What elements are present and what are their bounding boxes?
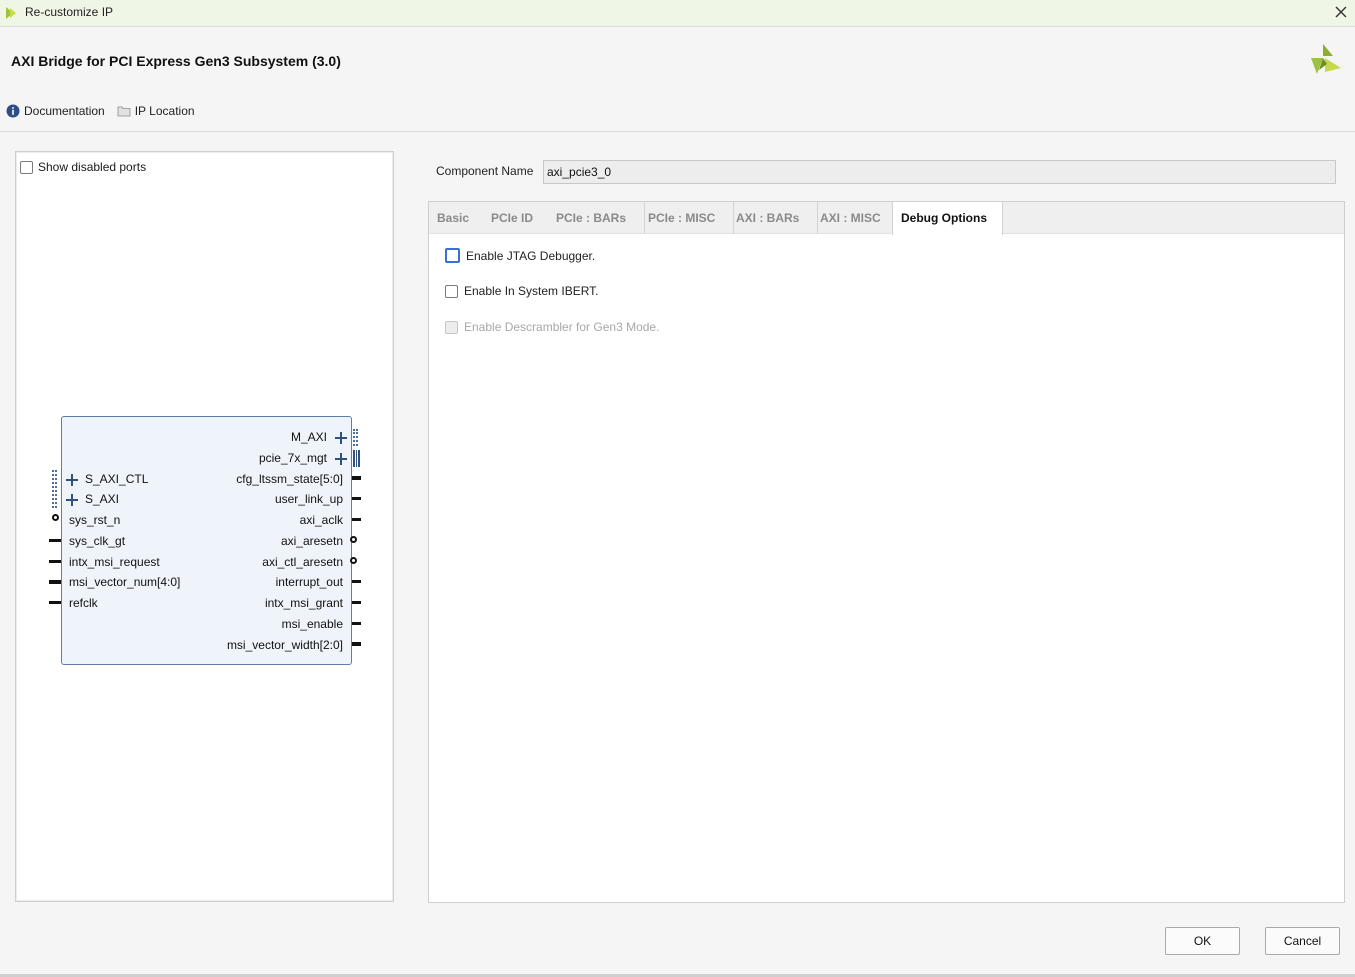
- ip-title: AXI Bridge for PCI Express Gen3 Subsyste…: [11, 53, 341, 69]
- window-title-bar: Re-customize IP: [0, 0, 1355, 27]
- enable-ibert-checkbox[interactable]: [445, 284, 458, 298]
- tab-axi-misc[interactable]: AXI : MISC: [812, 202, 896, 234]
- enable-ibert-option[interactable]: Enable In System IBERT.: [445, 284, 599, 298]
- port-msi-enable[interactable]: msi_enable: [282, 617, 343, 631]
- msi-enable-pin: [352, 622, 361, 625]
- expand-s-axi-ctl-icon[interactable]: [66, 474, 78, 486]
- axi-aclk-pin: [352, 518, 361, 521]
- sys-rst-n-pin: [52, 514, 59, 521]
- port-sys-rst-n[interactable]: sys_rst_n: [69, 513, 120, 527]
- ip-location-link[interactable]: IP Location: [117, 104, 195, 118]
- msi-vector-width-pin: [352, 642, 361, 646]
- enable-ibert-label: Enable In System IBERT.: [464, 284, 599, 298]
- refclk-pin: [49, 601, 61, 604]
- ip-symbol-panel: Show disabled ports S_AXI_CTL S_AXI sys_…: [15, 151, 394, 902]
- show-disabled-ports-option[interactable]: Show disabled ports: [20, 160, 146, 174]
- port-cfg-ltssm-state[interactable]: cfg_ltssm_state[5:0]: [236, 472, 343, 486]
- enable-jtag-debugger-option[interactable]: Enable JTAG Debugger.: [445, 248, 595, 263]
- enable-descrambler-checkbox: [445, 320, 458, 334]
- port-s-axi-ctl[interactable]: S_AXI_CTL: [85, 472, 148, 486]
- enable-jtag-debugger-checkbox[interactable]: [445, 248, 460, 263]
- port-axi-aresetn[interactable]: axi_aresetn: [281, 534, 343, 548]
- dialog-header: AXI Bridge for PCI Express Gen3 Subsyste…: [0, 28, 1355, 132]
- expand-s-axi-icon[interactable]: [66, 494, 78, 506]
- port-msi-vector-width[interactable]: msi_vector_width[2:0]: [227, 638, 343, 652]
- tab-pcie-misc[interactable]: PCIe : MISC: [640, 202, 735, 234]
- port-intx-msi-grant[interactable]: intx_msi_grant: [265, 596, 343, 610]
- xilinx-logo-icon: [1311, 44, 1341, 74]
- m-axi-bus-marker: [353, 429, 358, 446]
- documentation-link[interactable]: Documentation: [6, 104, 105, 118]
- cfg-ltssm-state-pin: [352, 476, 361, 480]
- info-icon: [6, 104, 20, 118]
- show-disabled-ports-checkbox[interactable]: [20, 160, 33, 174]
- tab-debug-options[interactable]: Debug Options: [892, 202, 1003, 235]
- tab-pcie-bars[interactable]: PCIe : BARs: [548, 202, 646, 234]
- port-interrupt-out[interactable]: interrupt_out: [276, 575, 343, 589]
- vivado-logo-icon: [6, 7, 16, 19]
- port-refclk[interactable]: refclk: [69, 596, 98, 610]
- expand-m-axi-icon[interactable]: [335, 432, 347, 444]
- msi-vector-num-pin: [49, 580, 61, 584]
- ok-button[interactable]: OK: [1165, 927, 1240, 955]
- close-icon[interactable]: [1333, 4, 1349, 20]
- component-name-input[interactable]: [543, 160, 1336, 184]
- tab-axi-bars[interactable]: AXI : BARs: [728, 202, 819, 234]
- intx-msi-request-pin: [49, 560, 61, 563]
- user-link-up-pin: [352, 497, 361, 500]
- header-links: Documentation IP Location: [6, 104, 207, 118]
- port-pcie-7x-mgt[interactable]: pcie_7x_mgt: [259, 451, 327, 465]
- enable-descrambler-option: Enable Descrambler for Gen3 Mode.: [445, 320, 659, 334]
- port-m-axi[interactable]: M_AXI: [291, 430, 327, 444]
- ip-symbol-block[interactable]: S_AXI_CTL S_AXI sys_rst_n sys_clk_gt int…: [61, 416, 352, 665]
- show-disabled-ports-label: Show disabled ports: [38, 160, 147, 174]
- window-title: Re-customize IP: [25, 5, 114, 19]
- documentation-label: Documentation: [24, 104, 105, 118]
- port-user-link-up[interactable]: user_link_up: [275, 492, 343, 506]
- port-axi-ctl-aresetn[interactable]: axi_ctl_aresetn: [262, 555, 343, 569]
- tab-pcie-id[interactable]: PCIe ID: [483, 202, 541, 234]
- axi-aresetn-pin: [350, 536, 357, 543]
- interrupt-out-pin: [352, 580, 361, 583]
- tab-strip: Basic PCIe ID PCIe : BARs PCIe : MISC AX…: [429, 202, 1344, 235]
- intx-msi-grant-pin: [352, 601, 361, 604]
- cancel-button[interactable]: Cancel: [1265, 927, 1340, 955]
- port-msi-vector-num[interactable]: msi_vector_num[4:0]: [69, 575, 180, 589]
- pcie-7x-mgt-bus-marker: [353, 450, 360, 467]
- port-s-axi[interactable]: S_AXI: [85, 492, 119, 506]
- s-axi-bus-marker: [52, 470, 57, 508]
- axi-ctl-aresetn-pin: [350, 557, 357, 564]
- port-axi-aclk[interactable]: axi_aclk: [300, 513, 343, 527]
- ip-location-label: IP Location: [134, 104, 195, 118]
- configuration-tab-panel: Basic PCIe ID PCIe : BARs PCIe : MISC AX…: [428, 201, 1345, 903]
- folder-icon: [117, 106, 131, 117]
- component-name-label: Component Name: [436, 164, 534, 178]
- expand-pcie-7x-mgt-icon[interactable]: [335, 453, 347, 465]
- enable-descrambler-label: Enable Descrambler for Gen3 Mode.: [464, 320, 660, 334]
- port-sys-clk-gt[interactable]: sys_clk_gt: [69, 534, 125, 548]
- tab-basic[interactable]: Basic: [429, 202, 477, 234]
- enable-jtag-debugger-label: Enable JTAG Debugger.: [466, 248, 596, 263]
- port-intx-msi-request[interactable]: intx_msi_request: [69, 555, 160, 569]
- sys-clk-gt-pin: [49, 539, 61, 542]
